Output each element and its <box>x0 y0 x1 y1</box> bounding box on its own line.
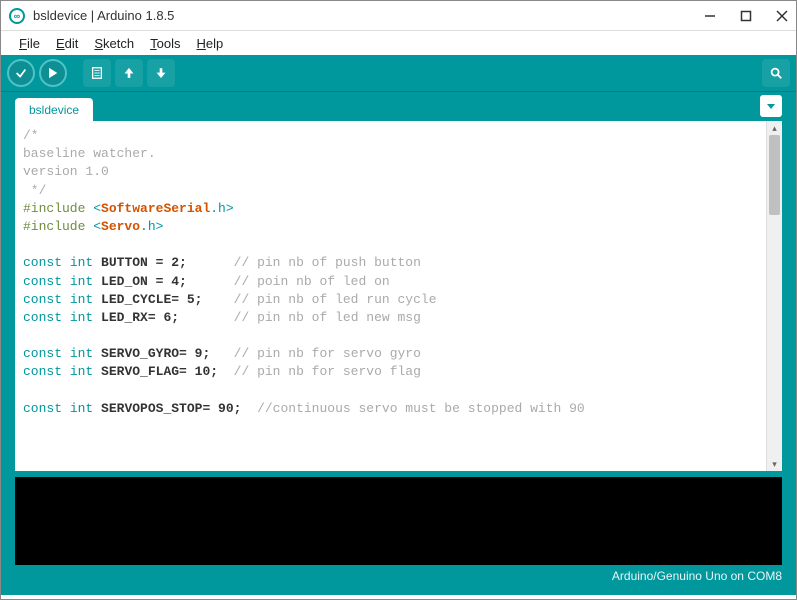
code-ident: LED_CYCLE= 5; <box>93 292 202 307</box>
code-kw: const <box>23 401 62 416</box>
code-include: #include <box>23 219 85 234</box>
verify-button[interactable] <box>7 59 35 87</box>
code-include-bracket: .h> <box>140 219 163 234</box>
save-sketch-button[interactable] <box>147 59 175 87</box>
chevron-down-icon <box>766 101 776 111</box>
bottom-edge <box>1 587 796 595</box>
arduino-app-icon: ∞ <box>9 8 25 24</box>
toolbar-left-group <box>7 59 175 87</box>
code-include-bracket: < <box>85 219 101 234</box>
code-comment: //continuous servo must be stopped with … <box>241 401 584 416</box>
titlebar: ∞ bsldevice | Arduino 1.8.5 <box>1 1 796 31</box>
code-kw: int <box>70 364 93 379</box>
new-sketch-button[interactable] <box>83 59 111 87</box>
console-output[interactable] <box>1 477 796 565</box>
code-kw: int <box>70 401 93 416</box>
code-kw: const <box>23 274 62 289</box>
code-lib: Servo <box>101 219 140 234</box>
minimize-button[interactable] <box>704 10 716 22</box>
code-kw: const <box>23 346 62 361</box>
window-title: bsldevice | Arduino 1.8.5 <box>33 8 704 23</box>
code-include: #include <box>23 201 85 216</box>
code-ident: SERVO_GYRO= 9; <box>93 346 210 361</box>
close-button[interactable] <box>776 10 788 22</box>
code-comment: // poin nb of led on <box>187 274 390 289</box>
code-comment: baseline watcher. <box>23 146 156 161</box>
scroll-thumb[interactable] <box>769 135 780 215</box>
code-ident: LED_RX= 6; <box>93 310 179 325</box>
code-include-bracket: < <box>85 201 101 216</box>
menu-tools[interactable]: Tools <box>144 34 186 53</box>
menu-edit[interactable]: Edit <box>50 34 84 53</box>
code-editor[interactable]: /* baseline watcher. version 1.0 */ #inc… <box>15 121 766 471</box>
code-kw: int <box>70 292 93 307</box>
toolbar-gap <box>71 59 79 87</box>
menu-file[interactable]: File <box>13 34 46 53</box>
open-sketch-button[interactable] <box>115 59 143 87</box>
code-kw: const <box>23 292 62 307</box>
tabbar: bsldevice <box>1 91 796 121</box>
tab-menu-button[interactable] <box>760 95 782 117</box>
code-comment: // pin nb of push button <box>187 255 421 270</box>
code-kw: const <box>23 310 62 325</box>
code-kw: int <box>70 255 93 270</box>
serial-monitor-button[interactable] <box>762 59 790 87</box>
code-kw: int <box>70 274 93 289</box>
code-comment: // pin nb for servo gyro <box>210 346 421 361</box>
upload-button[interactable] <box>39 59 67 87</box>
code-comment: // pin nb of led run cycle <box>202 292 436 307</box>
code-ident: LED_ON = 4; <box>93 274 187 289</box>
menu-help[interactable]: Help <box>190 34 229 53</box>
code-kw: int <box>70 310 93 325</box>
window-controls <box>704 10 788 22</box>
code-ident: BUTTON = 2; <box>93 255 187 270</box>
maximize-button[interactable] <box>740 10 752 22</box>
code-comment: version 1.0 <box>23 164 109 179</box>
editor-wrap: /* baseline watcher. version 1.0 */ #inc… <box>1 121 796 471</box>
code-lib: SoftwareSerial <box>101 201 210 216</box>
code-kw: const <box>23 255 62 270</box>
toolbar <box>1 55 796 91</box>
code-comment: // pin nb of led new msg <box>179 310 421 325</box>
arduino-app-icon-inner: ∞ <box>14 11 20 21</box>
scroll-up-arrow[interactable]: ▴ <box>767 121 782 135</box>
code-kw: int <box>70 346 93 361</box>
tab-bsldevice[interactable]: bsldevice <box>15 98 93 121</box>
code-comment: */ <box>23 183 46 198</box>
scroll-down-arrow[interactable]: ▾ <box>767 457 782 471</box>
footer-bar: Arduino/Genuino Uno on COM8 <box>1 565 796 587</box>
board-port-status: Arduino/Genuino Uno on COM8 <box>612 569 782 583</box>
code-comment: /* <box>23 128 39 143</box>
editor-scrollbar[interactable]: ▴ ▾ <box>766 121 782 471</box>
code-kw: const <box>23 364 62 379</box>
menubar: File Edit Sketch Tools Help <box>1 31 796 55</box>
code-comment: // pin nb for servo flag <box>218 364 421 379</box>
menu-sketch[interactable]: Sketch <box>88 34 140 53</box>
code-ident: SERVO_FLAG= 10; <box>93 364 218 379</box>
code-include-bracket: .h> <box>210 201 233 216</box>
code-ident: SERVOPOS_STOP= 90; <box>93 401 241 416</box>
